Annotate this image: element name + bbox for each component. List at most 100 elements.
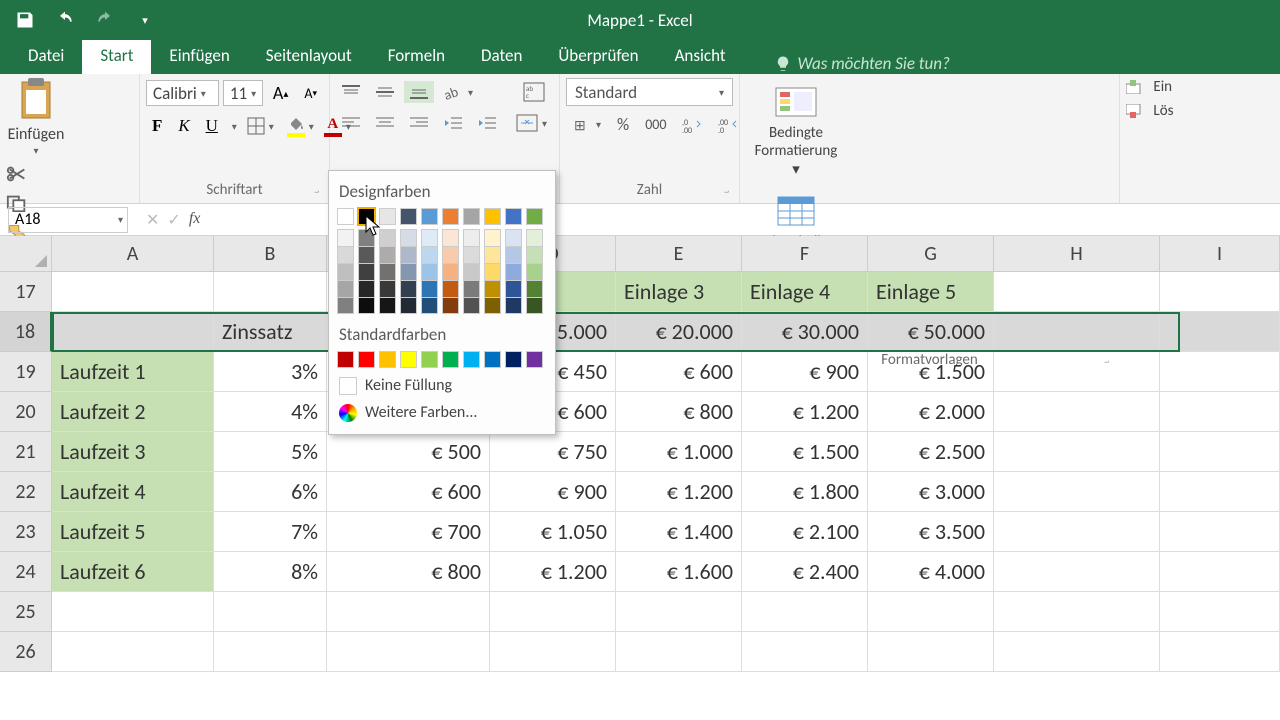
cell[interactable] [1160,512,1280,552]
cell[interactable] [742,592,868,632]
select-all-corner[interactable] [0,236,52,272]
col-header-F[interactable]: F [742,236,868,272]
tint-swatch[interactable] [463,297,480,314]
tint-swatch[interactable] [484,280,501,297]
tint-swatch[interactable] [442,263,459,280]
cell[interactable]: Zinssatz [214,312,327,352]
tint-swatch[interactable] [337,229,354,246]
font-name-select[interactable]: Calibri▾ [146,80,219,106]
theme-swatch[interactable] [526,208,543,225]
cell[interactable]: Laufzeit 1 [52,352,214,392]
tint-swatch[interactable] [442,297,459,314]
thousands-icon[interactable]: 000 [639,112,672,137]
cell[interactable] [1160,312,1280,352]
cell[interactable] [327,592,490,632]
cell[interactable]: Laufzeit 4 [52,472,214,512]
tint-swatch[interactable] [526,246,543,263]
font-color-button[interactable]: A ▾ [321,113,354,140]
cell[interactable] [52,632,214,672]
tint-swatch[interactable] [421,229,438,246]
tint-swatch[interactable] [442,229,459,246]
tint-swatch[interactable] [484,229,501,246]
tint-swatch[interactable] [358,263,375,280]
col-header-E[interactable]: E [616,236,742,272]
cell[interactable]: Einlage 4 [742,272,868,312]
tint-swatch[interactable] [358,280,375,297]
fill-color-button[interactable]: ▾ [284,112,317,140]
theme-swatch[interactable] [442,208,459,225]
paste-button[interactable]: Einfügen ▾ [6,78,66,157]
cell[interactable]: € 3.500 [868,512,994,552]
cell[interactable] [994,272,1160,312]
tab-ueberpruefen[interactable]: Überprüfen [540,37,656,74]
cell[interactable]: € 50.000 [868,312,994,352]
col-header-G[interactable]: G [868,236,994,272]
cell[interactable]: € 700 [327,512,490,552]
no-fill-item[interactable]: Keine Füllung [337,372,547,399]
tint-swatch[interactable] [400,229,417,246]
standard-swatch[interactable] [400,351,417,368]
cell[interactable] [327,632,490,672]
tab-seitenlayout[interactable]: Seitenlayout [248,37,370,74]
col-header-B[interactable]: B [214,236,327,272]
tint-swatch[interactable] [358,246,375,263]
cell[interactable] [994,352,1160,392]
cell[interactable]: 6% [214,472,327,512]
tint-swatch[interactable] [400,246,417,263]
accounting-icon[interactable]: ⊞▾ [566,112,607,138]
cell[interactable]: € 1.050 [490,512,616,552]
cell[interactable]: € 1.200 [490,552,616,592]
tint-swatch[interactable] [526,280,543,297]
cell[interactable]: € 1.000 [616,432,742,472]
cell[interactable] [490,632,616,672]
cell[interactable] [214,632,327,672]
tab-formeln[interactable]: Formeln [370,37,463,74]
cell[interactable] [994,552,1160,592]
cell[interactable] [1160,592,1280,632]
cell[interactable] [1160,632,1280,672]
tint-swatch[interactable] [400,280,417,297]
standard-swatch[interactable] [379,351,396,368]
tint-swatch[interactable] [484,297,501,314]
cell[interactable]: € 3.000 [868,472,994,512]
cell[interactable]: Laufzeit 2 [52,392,214,432]
borders-icon[interactable]: ▾ [241,113,280,139]
tint-swatch[interactable] [379,297,396,314]
cell[interactable]: € 2.000 [868,392,994,432]
orientation-icon[interactable]: ab▾ [438,79,479,105]
decrease-font-icon[interactable]: A▾ [298,81,323,106]
row-header-22[interactable]: 22 [0,472,52,512]
cell[interactable]: € 900 [490,472,616,512]
tint-swatch[interactable] [358,297,375,314]
tint-swatch[interactable] [421,263,438,280]
cell[interactable] [994,392,1160,432]
cell[interactable]: € 1.400 [616,512,742,552]
cell[interactable] [868,632,994,672]
cell[interactable]: Laufzeit 6 [52,552,214,592]
qat-more-icon[interactable]: ▾ [134,9,156,31]
cell[interactable] [214,272,327,312]
standard-swatch[interactable] [421,351,438,368]
theme-swatch[interactable] [484,208,501,225]
row-header-26[interactable]: 26 [0,632,52,672]
cell[interactable]: € 1.500 [742,432,868,472]
cell[interactable]: Laufzeit 5 [52,512,214,552]
standard-swatch[interactable] [358,351,375,368]
cell[interactable]: Einlage 5 [868,272,994,312]
tint-swatch[interactable] [337,280,354,297]
cell[interactable] [994,592,1160,632]
merge-icon[interactable]: ▾ [510,110,553,136]
align-right-icon[interactable] [404,112,434,134]
cell[interactable]: € 1.500 [868,352,994,392]
increase-indent-icon[interactable] [472,112,502,134]
underline-button[interactable]: U [200,114,224,138]
name-box[interactable]: A18▾ [8,207,128,233]
align-middle-icon[interactable] [370,81,400,103]
cell[interactable] [1160,272,1280,312]
tab-einfuegen[interactable]: Einfügen [151,37,247,74]
cell[interactable]: 4% [214,392,327,432]
tab-datei[interactable]: Datei [10,37,82,74]
cell[interactable]: € 750 [490,432,616,472]
tab-ansicht[interactable]: Ansicht [657,37,744,74]
cell[interactable]: € 1.200 [742,392,868,432]
